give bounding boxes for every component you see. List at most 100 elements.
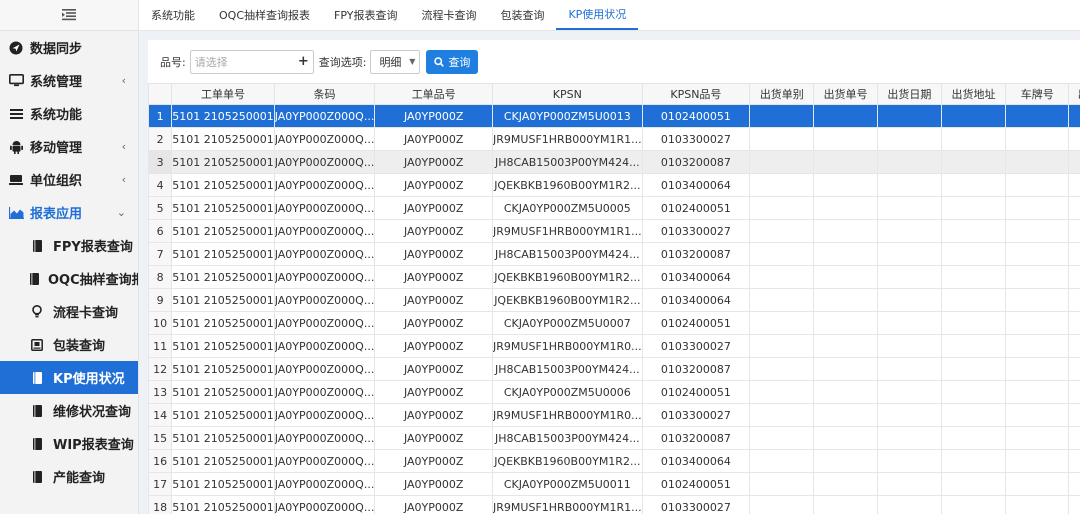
table-row[interactable]: 4 5101 2105250001 JA0YP000Z000Q... JA0YP000… [148,173,1080,197]
table-cell [876,495,942,514]
table-row[interactable]: 16 5101 2105250001 JA0YP000Z000Q... JA0YP00… [148,449,1080,473]
query-option-value: 明细 [379,55,402,69]
table-row[interactable]: 10 5101 2105250001 JA0YP000Z000Q... JA0YP00… [148,311,1080,335]
sidebar-subitem-repair-status[interactable]: 维修状况查询 [0,394,138,427]
table-row[interactable]: 18 5101 2105250001 JA0YP000Z000Q... JA0YP00… [148,495,1080,514]
table-cell [940,150,1007,174]
table-row[interactable]: 3 5101 2105250001 JA0YP000Z000Q... JA0YP000… [148,150,1080,174]
column-header[interactable]: 出货日期 [876,83,942,105]
row-index-cell: 3 [148,150,173,174]
table-row[interactable]: 7 5101 2105250001 JA0YP000Z000Q... JA0YP000… [148,242,1080,266]
table-cell: JA0YP000Z000Q... [273,196,376,220]
table-row[interactable]: 13 5101 2105250001 JA0YP000Z000Q... JA0YP00… [148,380,1080,404]
table-cell [1005,472,1070,496]
tab-package-query[interactable]: 包装查询 [488,0,556,30]
table-row[interactable]: 15 5101 2105250001 JA0YP000Z000Q... JA0YP00… [148,426,1080,450]
table-row[interactable]: 14 5101 2105250001 JA0YP000Z000Q... JA0YP00… [148,403,1080,427]
table-cell: JA0YP000Z [374,242,494,266]
column-header[interactable]: 工单单号 [171,83,275,105]
table-cell: 0103200087 [641,150,751,174]
table-cell: 0102400051 [641,196,751,220]
sidebar-subitem-capacity-query[interactable]: 产能查询 [0,460,138,493]
query-option-select[interactable]: 明细 ▼ [370,49,421,74]
book-icon [30,404,44,418]
table-cell [940,334,1007,358]
table-cell [813,219,878,243]
sidebar-item-organization[interactable]: 单位组织 ‹ [0,163,138,196]
sidebar-subitem-fpy-report[interactable]: FPY报表查询 [0,229,138,262]
table-cell: 0103200087 [641,426,751,450]
sidebar-item-data-sync[interactable]: 数据同步 [0,31,138,64]
table-cell [1068,403,1080,427]
tab-fpy-report[interactable]: FPY报表查询 [322,0,409,30]
table-row[interactable]: 11 5101 2105250001 JA0YP000Z000Q... JA0YP00… [148,334,1080,358]
tab-kp-usage[interactable]: KP使用状况 [556,0,639,30]
table-cell [876,472,942,496]
book-icon [30,239,44,253]
query-button[interactable]: 查询 [426,49,479,74]
table-cell [1068,196,1080,220]
tab-process-card[interactable]: 流程卡查询 [409,0,488,30]
sidebar-subitem-label: KP使用状况 [53,372,125,387]
table-cell [813,449,878,473]
table-cell: 5101 2105250001 [171,403,275,427]
column-header[interactable]: 出货单号 [813,83,878,105]
table-cell [1068,242,1080,266]
table-cell [940,104,1007,128]
table-row[interactable]: 2 5101 2105250001 JA0YP000Z000Q... JA0YP000… [148,127,1080,151]
table-cell [813,196,878,220]
table-cell [813,150,878,174]
table-row[interactable]: 8 5101 2105250001 JA0YP000Z000Q... JA0YP000… [148,265,1080,289]
row-index-cell: 1 [148,104,173,128]
sidebar-subitem-kp-usage[interactable]: KP使用状况 [0,361,138,394]
table-cell [876,219,942,243]
table-cell [749,127,815,151]
menu-collapse-icon[interactable] [61,8,77,22]
table-cell [876,403,942,427]
table-cell [876,196,942,220]
table-cell: 0103300027 [641,219,751,243]
table-row[interactable]: 9 5101 2105250001 JA0YP000Z000Q... JA0YP000… [148,288,1080,312]
tab-oqc-report[interactable]: OQC抽样查询报表 [207,0,322,30]
tab-system-function[interactable]: 系统功能 [139,0,207,30]
plus-icon[interactable]: + [298,54,309,69]
sidebar-item-system-management[interactable]: 系统管理 ‹ [0,64,138,97]
sidebar-item-report-app[interactable]: 报表应用 ⌄ [0,196,138,229]
row-index-cell: 9 [148,288,173,312]
table-row[interactable]: 1 5101 2105250001 JA0YP000Z000Q... JA0YP000… [148,104,1080,128]
sidebar-toggle[interactable] [0,0,138,31]
sidebar-subitem-label: FPY报表查询 [53,240,133,255]
table-cell: JA0YP000Z [374,196,494,220]
part-placeholder: 请选择 [194,55,228,69]
sidebar-subitem-package-query[interactable]: 包装查询 [0,328,138,361]
column-header[interactable]: KPSN [492,83,643,105]
column-header[interactable]: KPSN品号 [641,83,751,105]
column-header[interactable]: 出 [1068,83,1080,105]
sidebar-item-mobile-management[interactable]: 移动管理 ‹ [0,130,138,163]
column-header[interactable]: 出货地址 [940,83,1007,105]
table-cell: 5101 2105250001 [171,288,275,312]
part-selector[interactable]: 请选择 + [189,49,314,74]
sidebar-subitem-oqc-report[interactable]: OQC抽样查询报 [0,262,138,295]
table-wrapper[interactable]: 工单单号 条码 工单品号 KPSN KPSN品号 出货单别 出货单号 出货日期 … [148,83,1080,514]
table-row[interactable]: 12 5101 2105250001 JA0YP000Z000Q... JA0YP00… [148,357,1080,381]
table-cell [1068,357,1080,381]
table-cell [940,380,1007,404]
sidebar-item-system-function[interactable]: 系统功能 [0,97,138,130]
column-header[interactable]: 出货单别 [749,83,815,105]
chevron-left-icon: ‹ [121,74,126,87]
table-cell [749,288,815,312]
table-row[interactable]: 5 5101 2105250001 JA0YP000Z000Q... JA0YP000… [148,196,1080,220]
table-row[interactable]: 6 5101 2105250001 JA0YP000Z000Q... JA0YP000… [148,219,1080,243]
column-header[interactable]: 条码 [273,83,376,105]
sidebar-subitem-wip-report[interactable]: WIP报表查询 [0,427,138,460]
table-cell [940,196,1007,220]
sidebar-subitem-process-card[interactable]: 流程卡查询 [0,295,138,328]
column-header[interactable]: 工单品号 [374,83,494,105]
table-cell: 5101 2105250001 [171,242,275,266]
table-row[interactable]: 17 5101 2105250001 JA0YP000Z000Q... JA0YP00… [148,472,1080,496]
table-header-row: 工单单号 条码 工单品号 KPSN KPSN品号 出货单别 出货单号 出货日期 … [148,83,1080,105]
table-cell: 0102400051 [641,104,751,128]
column-header[interactable]: 车牌号 [1005,83,1070,105]
table-cell [1068,334,1080,358]
